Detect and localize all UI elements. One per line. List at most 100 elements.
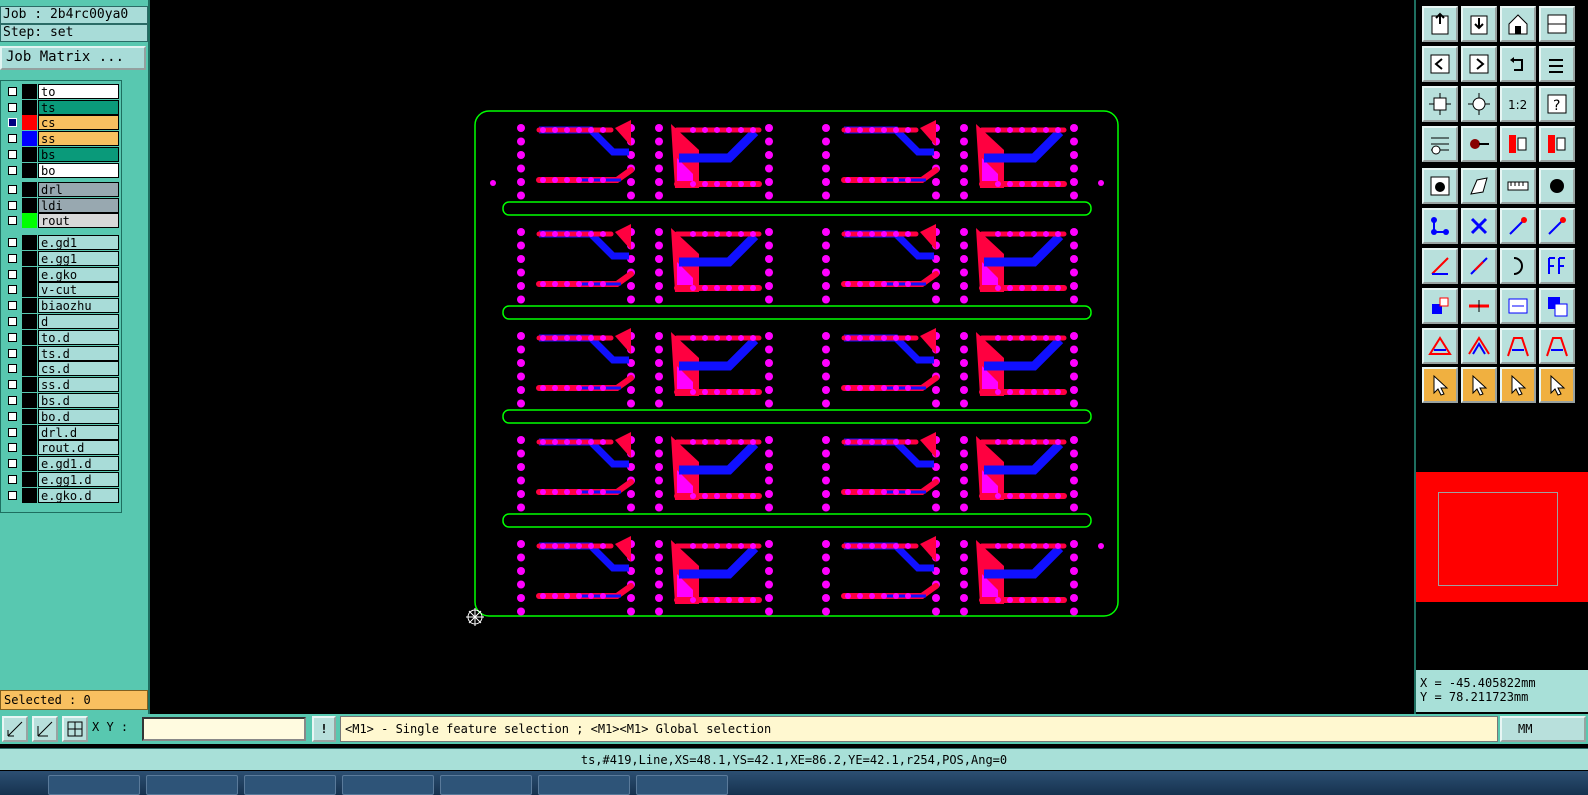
layer-color-swatch[interactable] bbox=[22, 182, 37, 197]
layer-row-to[interactable]: to bbox=[2, 84, 120, 99]
layer-checkbox[interactable] bbox=[8, 102, 17, 112]
taskbar-item[interactable] bbox=[244, 775, 336, 795]
zoom-home-button[interactable] bbox=[1461, 86, 1497, 122]
layer-color-swatch[interactable] bbox=[22, 487, 37, 503]
next-step-button[interactable] bbox=[1461, 46, 1497, 82]
layer-checkbox[interactable] bbox=[8, 301, 17, 311]
layer-name[interactable]: rout bbox=[38, 213, 119, 229]
layer-color-swatch[interactable] bbox=[22, 99, 37, 115]
layer-checkbox[interactable] bbox=[8, 459, 17, 469]
home-button[interactable] bbox=[1500, 6, 1536, 42]
layer-name[interactable]: bs bbox=[38, 146, 119, 162]
layer-name[interactable]: e.gko.d bbox=[38, 487, 119, 503]
layer-row-e.gg1[interactable]: e.gg1 bbox=[2, 250, 120, 266]
triangle2-button[interactable] bbox=[1461, 328, 1497, 364]
layer-checkbox[interactable] bbox=[8, 216, 17, 226]
window-button[interactable] bbox=[1539, 6, 1575, 42]
layer-name[interactable]: rout.d bbox=[38, 440, 119, 456]
layer-color-swatch[interactable] bbox=[22, 146, 37, 162]
step-preview[interactable] bbox=[1416, 472, 1588, 602]
layer-color-swatch[interactable] bbox=[22, 440, 37, 456]
layer-row-d[interactable]: d bbox=[2, 314, 120, 329]
pcb-canvas[interactable] bbox=[152, 0, 1414, 714]
layer-row-bs[interactable]: bs bbox=[2, 146, 120, 162]
layer-color-swatch[interactable] bbox=[22, 250, 37, 266]
layers-red2-button[interactable] bbox=[1539, 126, 1575, 162]
line-button[interactable] bbox=[1422, 248, 1458, 284]
pen-settings-button[interactable] bbox=[1422, 126, 1458, 162]
layer-name[interactable]: to.d bbox=[38, 329, 119, 345]
open-button[interactable] bbox=[1422, 6, 1458, 42]
layer-color-swatch[interactable] bbox=[22, 197, 37, 213]
layer-row-rout.d[interactable]: rout.d bbox=[2, 440, 120, 456]
layer-checkbox[interactable] bbox=[8, 200, 17, 210]
layer-row-cs.d[interactable]: cs.d bbox=[2, 361, 120, 377]
layer-row-e.gd1[interactable]: e.gd1 bbox=[2, 235, 120, 250]
layer-row-ts.d[interactable]: ts.d bbox=[2, 345, 120, 361]
layer-name[interactable]: drl.d bbox=[38, 424, 119, 440]
layer-color-swatch[interactable] bbox=[22, 282, 37, 298]
job-matrix-button[interactable]: Job Matrix ... bbox=[0, 46, 146, 70]
layer-name[interactable]: ss bbox=[38, 131, 119, 147]
layer-name[interactable]: ss.d bbox=[38, 377, 119, 393]
layer-row-bo.d[interactable]: bo.d bbox=[2, 408, 120, 424]
arrow-up-button[interactable] bbox=[1500, 328, 1536, 364]
layer-checkbox[interactable] bbox=[8, 165, 17, 175]
redo-button[interactable] bbox=[1539, 46, 1575, 82]
layer-color-swatch[interactable] bbox=[22, 377, 37, 393]
measure-button[interactable] bbox=[1500, 168, 1536, 204]
break-button[interactable] bbox=[1461, 288, 1497, 324]
layer-color-swatch[interactable] bbox=[22, 213, 37, 229]
layer-checkbox[interactable] bbox=[8, 443, 17, 453]
layer-row-drl.d[interactable]: drl.d bbox=[2, 424, 120, 440]
line2-button[interactable] bbox=[1461, 248, 1497, 284]
layer-checkbox[interactable] bbox=[8, 317, 17, 326]
layer-row-drl[interactable]: drl bbox=[2, 182, 120, 197]
resize-button[interactable] bbox=[1539, 288, 1575, 324]
layer-name[interactable]: drl bbox=[38, 182, 119, 197]
layer-checkbox[interactable] bbox=[8, 149, 17, 159]
layer-checkbox[interactable] bbox=[8, 185, 17, 194]
pointer-rotate-button[interactable] bbox=[1500, 367, 1536, 403]
delete-button[interactable] bbox=[1461, 208, 1497, 244]
layer-name[interactable]: e.gd1.d bbox=[38, 456, 119, 472]
zoom-mode-button[interactable] bbox=[2, 716, 28, 742]
taskbar-item[interactable] bbox=[440, 775, 532, 795]
layer-name[interactable]: ts.d bbox=[38, 345, 119, 361]
taskbar-item[interactable] bbox=[146, 775, 238, 795]
layer-row-bo[interactable]: bo bbox=[2, 162, 120, 178]
save-button[interactable] bbox=[1461, 6, 1497, 42]
layer-name[interactable]: ts bbox=[38, 99, 119, 115]
layer-row-e.gd1.d[interactable]: e.gd1.d bbox=[2, 456, 120, 472]
layer-row-rout[interactable]: rout bbox=[2, 213, 120, 229]
alert-button[interactable]: ! bbox=[312, 716, 336, 742]
layer-name[interactable]: bs.d bbox=[38, 393, 119, 408]
snap-mode-button[interactable] bbox=[32, 716, 58, 742]
triangle-button[interactable] bbox=[1422, 328, 1458, 364]
layers-red-button[interactable] bbox=[1500, 126, 1536, 162]
layer-color-swatch[interactable] bbox=[22, 329, 37, 345]
layer-color-swatch[interactable] bbox=[22, 361, 37, 377]
arrow-up2-button[interactable] bbox=[1539, 328, 1575, 364]
layer-row-e.gko[interactable]: e.gko bbox=[2, 266, 120, 282]
layer-name[interactable]: v-cut bbox=[38, 282, 119, 298]
layer-color-swatch[interactable] bbox=[22, 314, 37, 329]
layer-name[interactable]: bo.d bbox=[38, 408, 119, 424]
layer-color-swatch[interactable] bbox=[22, 456, 37, 472]
layer-row-to.d[interactable]: to.d bbox=[2, 329, 120, 345]
add-shape-button[interactable] bbox=[1461, 168, 1497, 204]
dot-button[interactable] bbox=[1539, 168, 1575, 204]
pointer-button[interactable] bbox=[1422, 367, 1458, 403]
copy-button[interactable] bbox=[1539, 208, 1575, 244]
layer-checkbox[interactable] bbox=[8, 475, 17, 484]
layer-checkbox[interactable] bbox=[8, 253, 17, 263]
layer-color-swatch[interactable] bbox=[22, 345, 37, 361]
layer-color-swatch[interactable] bbox=[22, 162, 37, 178]
pointer-select-button[interactable] bbox=[1461, 367, 1497, 403]
layer-color-swatch[interactable] bbox=[22, 131, 37, 147]
taskbar-item[interactable] bbox=[48, 775, 140, 795]
layer-row-cs[interactable]: cs bbox=[2, 115, 120, 131]
layer-name[interactable]: ldi bbox=[38, 197, 119, 213]
one-to-one-button[interactable]: 1:2 bbox=[1500, 86, 1536, 122]
connect-button[interactable] bbox=[1422, 208, 1458, 244]
